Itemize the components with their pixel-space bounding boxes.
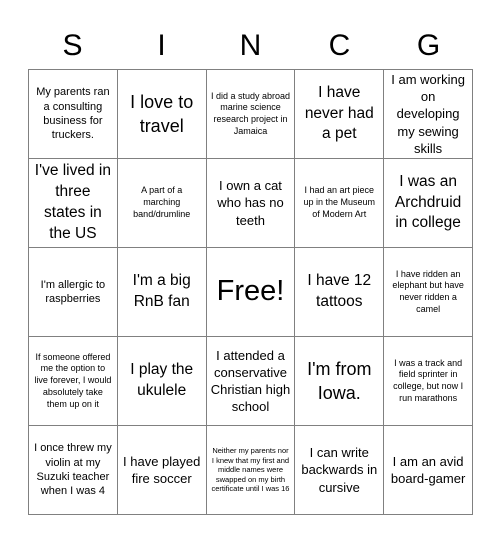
header-letter-1: I	[157, 28, 166, 62]
bingo-cell[interactable]: I did a study abroad marine science rese…	[206, 70, 296, 159]
bingo-cell-text: Neither my parents nor I knew that my fi…	[211, 446, 290, 494]
bingo-cell-text: If someone offered me the option to live…	[34, 351, 112, 409]
bingo-cell-text: I have ridden an elephant but have never…	[392, 268, 464, 314]
bingo-cell-text: I have played fire soccer	[123, 453, 201, 486]
header-letter-0: S	[62, 28, 83, 62]
bingo-cell-text: A part of a marching band/drumline	[133, 185, 191, 219]
header-letter-4: G	[416, 28, 441, 62]
bingo-cell[interactable]: My parents ran a consulting business for…	[29, 70, 118, 159]
bingo-cell-text: I have 12 tattoos	[307, 272, 372, 310]
bingo-cell-text: I was a track and field sprinter in coll…	[393, 357, 464, 403]
bingo-cell[interactable]: I once threw my violin at my Suzuki teac…	[29, 426, 118, 515]
bingo-cell[interactable]: I am working on developing my sewing ski…	[384, 70, 473, 159]
bingo-grid: My parents ran a consulting business for…	[28, 69, 473, 515]
bingo-header-letters: S I N C G	[28, 22, 473, 69]
bingo-cell[interactable]: I have 12 tattoos	[295, 248, 385, 337]
bingo-cell[interactable]: Neither my parents nor I knew that my fi…	[206, 426, 296, 515]
bingo-cell-text: I have never had a pet	[304, 83, 374, 143]
bingo-free-cell-text: Free!	[216, 275, 285, 308]
bingo-cell[interactable]: I have played fire soccer	[117, 426, 207, 515]
header-letter-2: N	[239, 28, 262, 62]
bingo-cell[interactable]: I am an avid board-gamer	[384, 426, 473, 515]
bingo-cell[interactable]: I own a cat who has no teeth	[206, 159, 296, 248]
bingo-free-cell[interactable]: Free!	[206, 248, 296, 337]
bingo-cell-text: I play the ukulele	[130, 361, 194, 399]
bingo-cell-text: I'm a big RnB fan	[132, 272, 191, 310]
bingo-cell[interactable]: I attended a conservative Christian high…	[206, 337, 296, 426]
bingo-cell-text: I did a study abroad marine science rese…	[210, 90, 291, 136]
bingo-cell[interactable]: I have ridden an elephant but have never…	[384, 248, 473, 337]
bingo-cell[interactable]: I was an Archdruid in college	[384, 159, 473, 248]
bingo-cell[interactable]: I've lived in three states in the US	[29, 159, 118, 248]
bingo-cell-text: I own a cat who has no teeth	[217, 178, 284, 228]
bingo-cell-text: My parents ran a consulting business for…	[36, 86, 110, 142]
bingo-cell[interactable]: I'm from Iowa.	[295, 337, 385, 426]
bingo-card: S I N C G My parents ran a consulting bu…	[0, 0, 500, 544]
bingo-cell[interactable]: I'm allergic to raspberries	[29, 248, 118, 337]
bingo-cell-text: I'm allergic to raspberries	[40, 278, 106, 305]
bingo-cell-text: I attended a conservative Christian high…	[210, 347, 291, 415]
bingo-cell[interactable]: I love to travel	[117, 70, 207, 159]
bingo-cell-text: I'm from Iowa.	[307, 358, 372, 403]
bingo-cell-text: I was an Archdruid in college	[394, 172, 462, 232]
header-letter-3: C	[328, 28, 351, 62]
bingo-cell-text: I love to travel	[130, 91, 194, 136]
bingo-cell[interactable]: I can write backwards in cursive	[295, 426, 385, 515]
bingo-cell-text: I've lived in three states in the US	[34, 162, 111, 242]
bingo-cell-text: I had an art piece up in the Museum of M…	[303, 185, 376, 219]
bingo-cell[interactable]: I had an art piece up in the Museum of M…	[295, 159, 385, 248]
bingo-cell-text: I am an avid board-gamer	[390, 453, 466, 486]
bingo-cell[interactable]: I'm a big RnB fan	[117, 248, 207, 337]
bingo-cell[interactable]: I was a track and field sprinter in coll…	[384, 337, 473, 426]
bingo-cell[interactable]: I play the ukulele	[117, 337, 207, 426]
bingo-cell[interactable]: I have never had a pet	[295, 70, 385, 159]
bingo-cell[interactable]: If someone offered me the option to live…	[29, 337, 118, 426]
bingo-cell-text: I can write backwards in cursive	[301, 445, 378, 495]
bingo-cell-text: I once threw my violin at my Suzuki teac…	[34, 442, 112, 498]
bingo-cell[interactable]: A part of a marching band/drumline	[117, 159, 207, 248]
bingo-cell-text: I am working on developing my sewing ski…	[391, 72, 465, 156]
